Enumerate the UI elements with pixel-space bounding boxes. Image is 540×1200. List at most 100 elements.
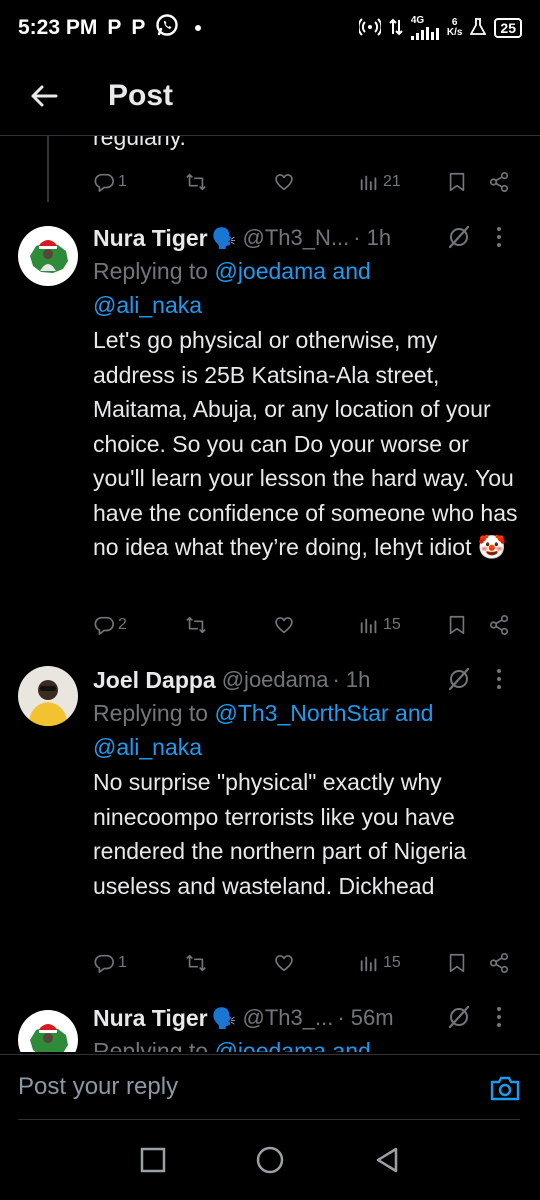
bookmark-button[interactable] (446, 948, 468, 978)
view-count: 21 (383, 173, 401, 190)
flask-icon (469, 17, 487, 39)
bar-chart-icon (360, 618, 377, 634)
back-nav-button[interactable] (369, 1142, 405, 1178)
comment-icon (94, 173, 114, 192)
bookmark-button[interactable] (446, 610, 468, 640)
heart-icon (275, 174, 293, 191)
thread-content[interactable]: regularly. 1 21 Nura Tiger 🗣️ @Th3_N... … (0, 136, 540, 1052)
mention-link[interactable]: @joedama and (214, 1038, 370, 1052)
retweet-icon (186, 173, 206, 191)
reply-count: 1 (118, 173, 127, 190)
views-button[interactable]: 15 (358, 610, 401, 640)
bookmark-icon (449, 953, 465, 973)
share-button[interactable] (488, 610, 510, 640)
replying-to-label: Replying to (93, 700, 215, 726)
views-button[interactable]: 21 (358, 167, 401, 197)
user-handle[interactable]: @Th3_N... (243, 225, 350, 251)
whatsapp-icon (155, 13, 179, 43)
mention-link[interactable]: @Th3_NorthStar and (214, 700, 433, 726)
tweet-actions: 1 15 (93, 948, 520, 978)
display-name[interactable]: Joel Dappa (93, 667, 216, 694)
status-bar: 5:23 PM P P 4G 6 K/s 25 (0, 0, 540, 56)
comment-icon (94, 954, 114, 973)
grok-icon[interactable] (446, 224, 472, 250)
retweet-icon (186, 954, 206, 972)
post-header: Post (0, 56, 540, 136)
battery-icon: 25 (494, 18, 522, 38)
mention-link[interactable]: @ali_naka (93, 292, 202, 318)
square-icon (141, 1147, 166, 1173)
tweet-header: Joel Dappa @joedama · 1h (93, 664, 520, 696)
signal-icon: 4G (410, 16, 439, 40)
grok-icon[interactable] (446, 1004, 472, 1030)
avatar[interactable] (18, 666, 78, 726)
timestamp[interactable]: · 56m (337, 1005, 393, 1031)
camera-icon[interactable] (490, 1075, 520, 1101)
more-vertical-icon[interactable] (486, 224, 512, 250)
tweet-text: No surprise "physical" exactly why ninec… (93, 769, 467, 899)
replying-to: Replying to @joedama and @ali_naka (93, 254, 510, 322)
display-name[interactable]: Nura Tiger (93, 225, 208, 252)
retweet-button[interactable] (185, 948, 207, 978)
bookmark-icon (449, 615, 465, 635)
status-time: 5:23 PM (18, 16, 98, 39)
view-count: 15 (383, 954, 401, 971)
reply-button[interactable]: 1 (93, 167, 127, 197)
speaking-head-icon: 🗣️ (211, 1007, 237, 1030)
like-button[interactable] (273, 948, 295, 978)
reply-count: 1 (118, 954, 127, 971)
replying-to-label: Replying to (93, 258, 215, 284)
mention-link[interactable]: @ali_naka (93, 734, 202, 760)
status-bar-left: 5:23 PM P P (18, 13, 202, 43)
arrow-left-icon (31, 85, 58, 106)
bookmark-icon (449, 172, 465, 192)
retweet-icon (186, 616, 206, 634)
share-icon (489, 172, 509, 192)
circle-icon (256, 1146, 284, 1174)
avatar[interactable] (18, 226, 78, 286)
hotspot-icon (357, 17, 383, 39)
triangle-back-icon (376, 1147, 397, 1173)
like-button[interactable] (273, 167, 295, 197)
data-arrows-icon (389, 18, 403, 39)
like-button[interactable] (273, 610, 295, 640)
display-name[interactable]: Nura Tiger (93, 1005, 208, 1032)
replying-to-label: Replying to (93, 1038, 215, 1052)
tweet-actions: 1 21 (93, 167, 520, 197)
reply-count: 2 (118, 616, 127, 633)
timestamp[interactable]: · 1h (332, 667, 370, 693)
tweet-text: regularly. (93, 136, 186, 150)
reply-input[interactable] (18, 1073, 438, 1101)
more-vertical-icon[interactable] (486, 666, 512, 692)
more-vertical-icon[interactable] (486, 1004, 512, 1030)
avatar-nigeria-map-icon (18, 1010, 78, 1052)
tweet-actions: 2 15 (93, 610, 520, 640)
share-button[interactable] (488, 948, 510, 978)
reply-button[interactable]: 2 (93, 610, 127, 640)
views-button[interactable]: 15 (358, 948, 401, 978)
heart-icon (275, 955, 293, 972)
timestamp[interactable]: · 1h (353, 225, 391, 251)
replying-to: Replying to @joedama and (93, 1034, 510, 1052)
heart-icon (275, 617, 293, 634)
share-icon (489, 615, 509, 635)
grok-icon[interactable] (446, 666, 472, 692)
user-handle[interactable]: @Th3_... (243, 1005, 334, 1031)
reply-button[interactable]: 1 (93, 948, 127, 978)
recents-button[interactable] (135, 1142, 171, 1178)
system-nav-bar (0, 1120, 540, 1200)
avatar-photo-icon (18, 666, 78, 726)
bookmark-button[interactable] (446, 167, 468, 197)
reply-bar (0, 1054, 540, 1121)
bar-chart-icon (360, 175, 377, 191)
share-button[interactable] (488, 167, 510, 197)
tweet-text: Let's go physical or otherwise, my addre… (93, 327, 518, 560)
mention-link[interactable]: @joedama and (214, 258, 370, 284)
retweet-button[interactable] (185, 610, 207, 640)
home-button[interactable] (252, 1142, 288, 1178)
retweet-button[interactable] (185, 167, 207, 197)
avatar[interactable] (18, 1010, 78, 1052)
view-count: 15 (383, 616, 401, 633)
user-handle[interactable]: @joedama (222, 667, 329, 693)
back-button[interactable] (14, 66, 74, 126)
